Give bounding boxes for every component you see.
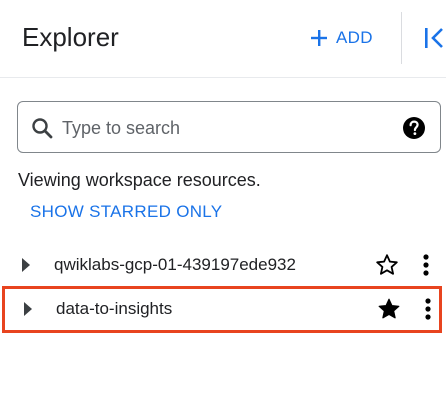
- more-vert-icon[interactable]: [424, 297, 432, 321]
- show-starred-only-link[interactable]: SHOW STARRED ONLY: [30, 200, 222, 224]
- collapse-panel-icon[interactable]: [422, 25, 446, 51]
- search-box[interactable]: [17, 101, 441, 153]
- workspace-status-text: Viewing workspace resources.: [18, 170, 261, 190]
- panel-title: Explorer: [22, 22, 119, 52]
- add-button-label: ADD: [336, 28, 373, 47]
- plus-icon: [311, 30, 327, 46]
- resource-label[interactable]: data-to-insights: [56, 298, 172, 320]
- resource-label[interactable]: qwiklabs-gcp-01-439197ede932: [54, 254, 296, 276]
- star-outline-icon[interactable]: [375, 253, 399, 277]
- expand-arrow-icon[interactable]: [21, 257, 31, 273]
- more-vert-icon[interactable]: [422, 253, 430, 277]
- search-input[interactable]: [62, 114, 382, 142]
- header-divider: [401, 12, 402, 64]
- expand-arrow-icon[interactable]: [23, 301, 33, 317]
- resource-row-data-to-insights[interactable]: data-to-insights: [2, 286, 442, 333]
- add-button[interactable]: ADD: [310, 24, 373, 52]
- resource-row-qwiklabs-project[interactable]: qwiklabs-gcp-01-439197ede932: [0, 245, 446, 285]
- star-filled-icon[interactable]: [377, 297, 401, 321]
- explorer-header: Explorer ADD: [0, 0, 446, 78]
- search-icon: [32, 118, 53, 139]
- help-icon[interactable]: [402, 116, 426, 140]
